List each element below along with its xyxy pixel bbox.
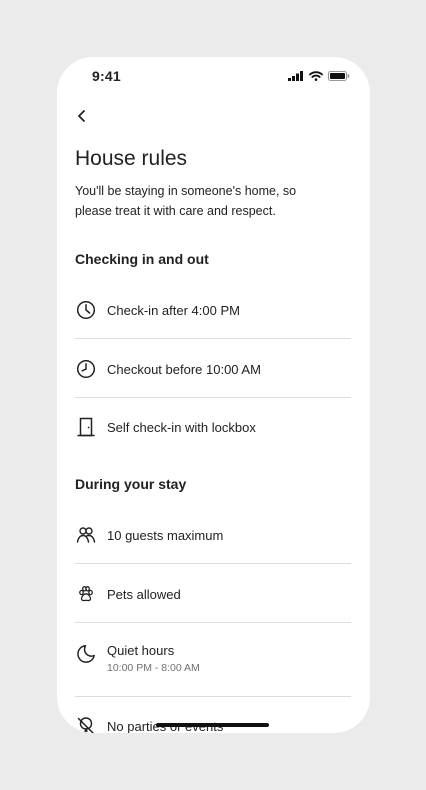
rule-quiet-hours-text: Quiet hours 10:00 PM - 8:00 AM bbox=[107, 643, 200, 674]
rule-self-check-in: Self check-in with lockbox bbox=[75, 416, 351, 438]
door-icon bbox=[75, 416, 97, 438]
guests-icon bbox=[75, 524, 97, 546]
rule-quiet-hours: Quiet hours 10:00 PM - 8:00 AM bbox=[75, 643, 351, 674]
divider bbox=[75, 696, 351, 697]
rule-label: Quiet hours bbox=[107, 643, 175, 658]
signal-icon bbox=[288, 71, 303, 81]
divider bbox=[75, 563, 351, 564]
page-title: House rules bbox=[75, 147, 188, 170]
page-intro: You'll be staying in someone's home, so … bbox=[75, 184, 297, 218]
back-button[interactable] bbox=[71, 105, 93, 127]
rule-label: Self check-in with lockbox bbox=[107, 419, 256, 435]
rule-detail: 10:00 PM - 8:00 AM bbox=[107, 662, 200, 674]
status-time: 9:41 bbox=[92, 68, 121, 84]
rule-label: Check-in after 4:00 PM bbox=[107, 302, 240, 318]
status-bar: 9:41 bbox=[57, 57, 370, 97]
no-party-icon bbox=[75, 715, 97, 733]
rule-guests: 10 guests maximum bbox=[75, 524, 351, 546]
wifi-icon bbox=[309, 71, 323, 81]
chevron-left-icon bbox=[78, 110, 85, 122]
rule-label: Checkout before 10:00 AM bbox=[107, 361, 261, 377]
paw-icon bbox=[75, 583, 97, 605]
home-indicator[interactable] bbox=[156, 723, 269, 727]
section-title-checking: Checking in and out bbox=[75, 251, 209, 267]
phone-screen: 9:41 House rules You'll be staying in so… bbox=[57, 57, 370, 733]
status-icons bbox=[288, 71, 350, 81]
battery-icon bbox=[328, 71, 350, 81]
section-title-stay: During your stay bbox=[75, 476, 187, 492]
rule-label: 10 guests maximum bbox=[107, 527, 224, 543]
clock-icon bbox=[75, 299, 97, 321]
rule-checkout: Checkout before 10:00 AM bbox=[75, 358, 351, 380]
rule-pets: Pets allowed bbox=[75, 583, 351, 605]
divider bbox=[75, 397, 351, 398]
clock-icon bbox=[75, 358, 97, 380]
divider bbox=[75, 622, 351, 623]
rule-check-in: Check-in after 4:00 PM bbox=[75, 299, 351, 321]
divider bbox=[75, 338, 351, 339]
rule-label: Pets allowed bbox=[107, 586, 181, 602]
moon-icon bbox=[75, 643, 97, 665]
